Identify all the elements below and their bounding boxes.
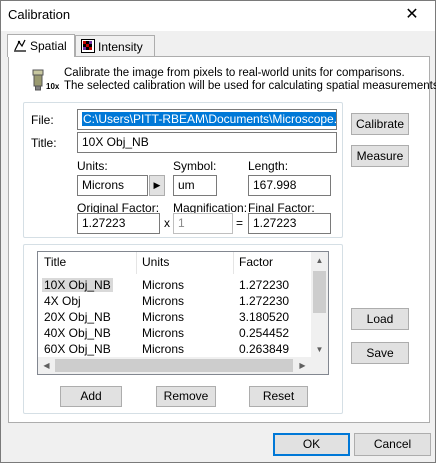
file-value: C:\Users\PITT-RBEAM\Documents\Microscope… <box>82 112 336 126</box>
symbol-label: Symbol: <box>173 159 217 173</box>
list-row[interactable]: 40X Obj_NB Microns 0.254452 <box>38 325 313 341</box>
title-field[interactable]: 10X Obj_NB <box>77 132 337 153</box>
list-row[interactable]: 20X Obj_NB Microns 3.180520 <box>38 309 313 325</box>
row-units: Microns <box>142 294 185 308</box>
symbol-field[interactable]: um <box>173 175 217 196</box>
microscope-icon <box>32 69 44 91</box>
ok-button[interactable]: OK <box>273 433 350 456</box>
list-row[interactable]: 10X Obj_NB Microns 1.272230 <box>38 277 313 293</box>
list-header: Title Units Factor <box>38 252 313 274</box>
row-factor: 1.272230 <box>239 294 290 308</box>
row-units: Microns <box>142 342 185 356</box>
row-factor: 0.263849 <box>239 342 290 356</box>
tab-spatial[interactable]: Spatial <box>7 34 75 57</box>
calibration-details-group: File: C:\Users\PITT-RBEAM\Documents\Micr… <box>23 102 343 238</box>
column-separator <box>233 252 234 274</box>
row-units: Microns <box>142 278 185 292</box>
row-factor: 1.272230 <box>239 278 290 292</box>
row-title: 10X Obj_NB <box>42 278 113 292</box>
scroll-down-icon[interactable]: ▼ <box>311 341 328 358</box>
save-button[interactable]: Save <box>351 342 409 364</box>
file-field[interactable]: C:\Users\PITT-RBEAM\Documents\Microscope… <box>77 109 337 130</box>
measure-button[interactable]: Measure <box>351 145 409 167</box>
horizontal-scroll-thumb[interactable] <box>55 359 293 372</box>
tab-intensity[interactable]: Intensity <box>75 35 155 56</box>
vertical-scroll-thumb[interactable] <box>313 271 326 313</box>
title-label: Title: <box>31 136 57 150</box>
close-icon[interactable]: ✕ <box>389 1 435 31</box>
units-dropdown-button[interactable]: ▶ <box>149 175 165 196</box>
title-bar: Calibration ✕ <box>1 1 435 31</box>
tab-intensity-label: Intensity <box>98 40 143 54</box>
column-separator <box>136 252 137 274</box>
info-line-1: Calibrate the image from pixels to real-… <box>64 67 405 79</box>
reset-button[interactable]: Reset <box>249 386 308 407</box>
calibrate-button[interactable]: Calibrate <box>351 113 409 135</box>
row-title: 4X Obj <box>44 294 81 308</box>
final-factor-field[interactable]: 1.27223 <box>248 213 331 234</box>
magnification-field: 1 <box>173 213 233 234</box>
info-line-2: The selected calibration will be used fo… <box>64 80 436 92</box>
tab-spatial-label: Spatial <box>30 39 67 53</box>
scroll-right-icon[interactable]: ▶ <box>294 357 311 374</box>
list-row[interactable]: 60X Obj_NB Microns 0.263849 <box>38 341 313 357</box>
scroll-up-icon[interactable]: ▲ <box>311 252 328 269</box>
calibration-dialog: Calibration ✕ Spatial Intensity 10x Cali… <box>0 0 436 463</box>
cancel-button[interactable]: Cancel <box>354 433 431 456</box>
add-button[interactable]: Add <box>60 386 122 407</box>
row-factor: 3.180520 <box>239 310 290 324</box>
length-label: Length: <box>248 159 289 173</box>
info-text: Calibrate the image from pixels to real-… <box>64 67 436 93</box>
times-sign: x <box>164 216 170 230</box>
horizontal-scrollbar[interactable]: ◀ ▶ <box>38 357 328 374</box>
row-factor: 0.254452 <box>239 326 290 340</box>
spatial-icon <box>14 39 26 52</box>
row-title: 20X Obj_NB <box>44 310 111 324</box>
units-field[interactable]: Microns <box>77 175 148 196</box>
row-units: Microns <box>142 310 185 324</box>
length-field[interactable]: 167.998 <box>248 175 331 196</box>
remove-button[interactable]: Remove <box>156 386 216 407</box>
units-label: Units: <box>77 159 108 173</box>
column-header-title[interactable]: Title <box>44 255 66 269</box>
column-header-units[interactable]: Units <box>142 255 169 269</box>
row-title: 40X Obj_NB <box>44 326 111 340</box>
spatial-tab-panel: 10x Calibrate the image from pixels to r… <box>8 56 436 423</box>
intensity-icon <box>81 39 95 53</box>
column-header-factor[interactable]: Factor <box>239 255 273 269</box>
vertical-scrollbar[interactable]: ▲ ▼ <box>311 252 328 358</box>
row-title: 60X Obj_NB <box>44 342 111 356</box>
scroll-left-icon[interactable]: ◀ <box>38 357 55 374</box>
calibration-list: Title Units Factor 10X Obj_NB Microns 1.… <box>37 251 329 375</box>
equals-sign: = <box>236 216 244 230</box>
original-factor-field[interactable]: 1.27223 <box>77 213 160 234</box>
window-title: Calibration <box>8 7 71 22</box>
load-button[interactable]: Load <box>351 308 409 330</box>
list-row[interactable]: 4X Obj Microns 1.272230 <box>38 293 313 309</box>
magnification-caption: 10x <box>46 82 60 91</box>
row-units: Microns <box>142 326 185 340</box>
file-label: File: <box>31 113 54 127</box>
